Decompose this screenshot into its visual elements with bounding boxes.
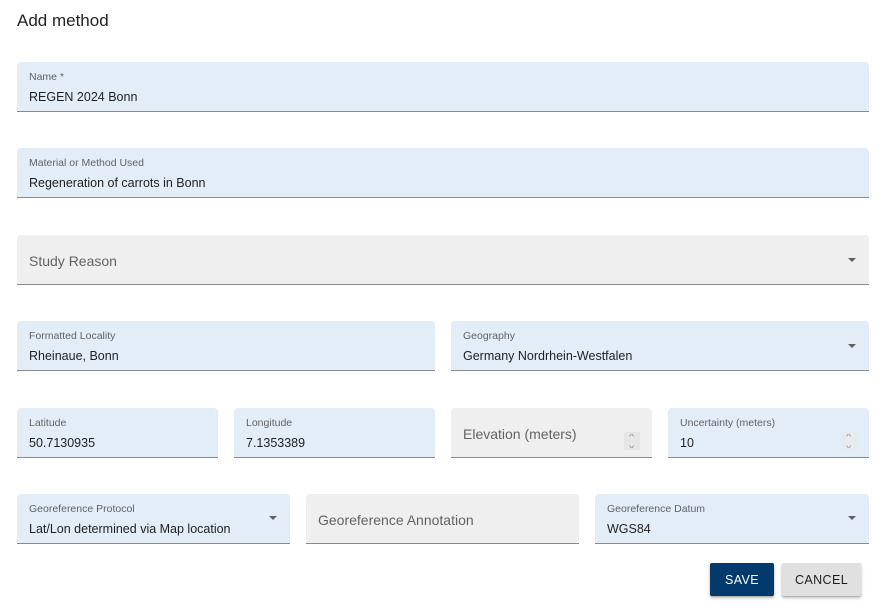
uncertainty-label: Uncertainty (meters) [680, 417, 776, 429]
latitude-label: Latitude [29, 417, 67, 429]
material-method-value: Regeneration of carrots in Bonn [29, 176, 206, 190]
geography-value: Germany Nordrhein-Westfalen [463, 349, 633, 363]
georeference-annotation-placeholder: Georeference Annotation [318, 512, 474, 528]
dropdown-caret-icon[interactable] [848, 344, 856, 348]
latitude-value: 50.7130935 [29, 436, 96, 450]
material-method-label: Material or Method Used [29, 157, 144, 169]
georeference-annotation-field[interactable]: Georeference Annotation [306, 494, 579, 544]
material-method-field[interactable]: Material or Method Used Regeneration of … [17, 148, 869, 198]
number-spinner-icon[interactable]: ^ ^ [841, 432, 857, 450]
elevation-field[interactable]: Elevation (meters) ^ ^ [451, 408, 652, 458]
longitude-value: 7.1353389 [246, 436, 306, 450]
dropdown-caret-icon[interactable] [848, 516, 856, 520]
uncertainty-value: 10 [680, 436, 694, 450]
study-reason-placeholder: Study Reason [29, 253, 117, 269]
latitude-field[interactable]: Latitude 50.7130935 [17, 408, 218, 458]
formatted-locality-field[interactable]: Formatted Locality Rheinaue, Bonn [17, 321, 435, 371]
georeference-datum-value: WGS84 [607, 522, 651, 536]
longitude-field[interactable]: Longitude 7.1353389 [234, 408, 435, 458]
cancel-button[interactable]: CANCEL [782, 563, 861, 596]
number-spinner-icon[interactable]: ^ ^ [624, 432, 640, 450]
uncertainty-field[interactable]: Uncertainty (meters) 10 ^ ^ [668, 408, 869, 458]
save-button[interactable]: SAVE [710, 563, 774, 596]
geography-select[interactable]: Geography Germany Nordrhein-Westfalen [451, 321, 869, 371]
longitude-label: Longitude [246, 417, 293, 429]
dropdown-caret-icon[interactable] [848, 258, 856, 262]
georeference-datum-select[interactable]: Georeference Datum WGS84 [595, 494, 869, 544]
georeference-protocol-select[interactable]: Georeference Protocol Lat/Lon determined… [17, 494, 290, 544]
georeference-protocol-value: Lat/Lon determined via Map location [29, 522, 231, 536]
georeference-protocol-label: Georeference Protocol [29, 503, 135, 515]
dialog-title: Add method [17, 11, 109, 30]
georeference-datum-label: Georeference Datum [607, 503, 706, 515]
name-value: REGEN 2024 Bonn [29, 90, 138, 104]
study-reason-select[interactable]: Study Reason [17, 235, 869, 285]
geography-label: Geography [463, 330, 515, 342]
formatted-locality-label: Formatted Locality [29, 330, 116, 342]
formatted-locality-value: Rheinaue, Bonn [29, 349, 119, 363]
name-label: Name * [29, 71, 65, 83]
name-field[interactable]: Name * REGEN 2024 Bonn [17, 62, 869, 112]
dropdown-caret-icon[interactable] [269, 516, 277, 520]
elevation-placeholder: Elevation (meters) [463, 426, 577, 442]
